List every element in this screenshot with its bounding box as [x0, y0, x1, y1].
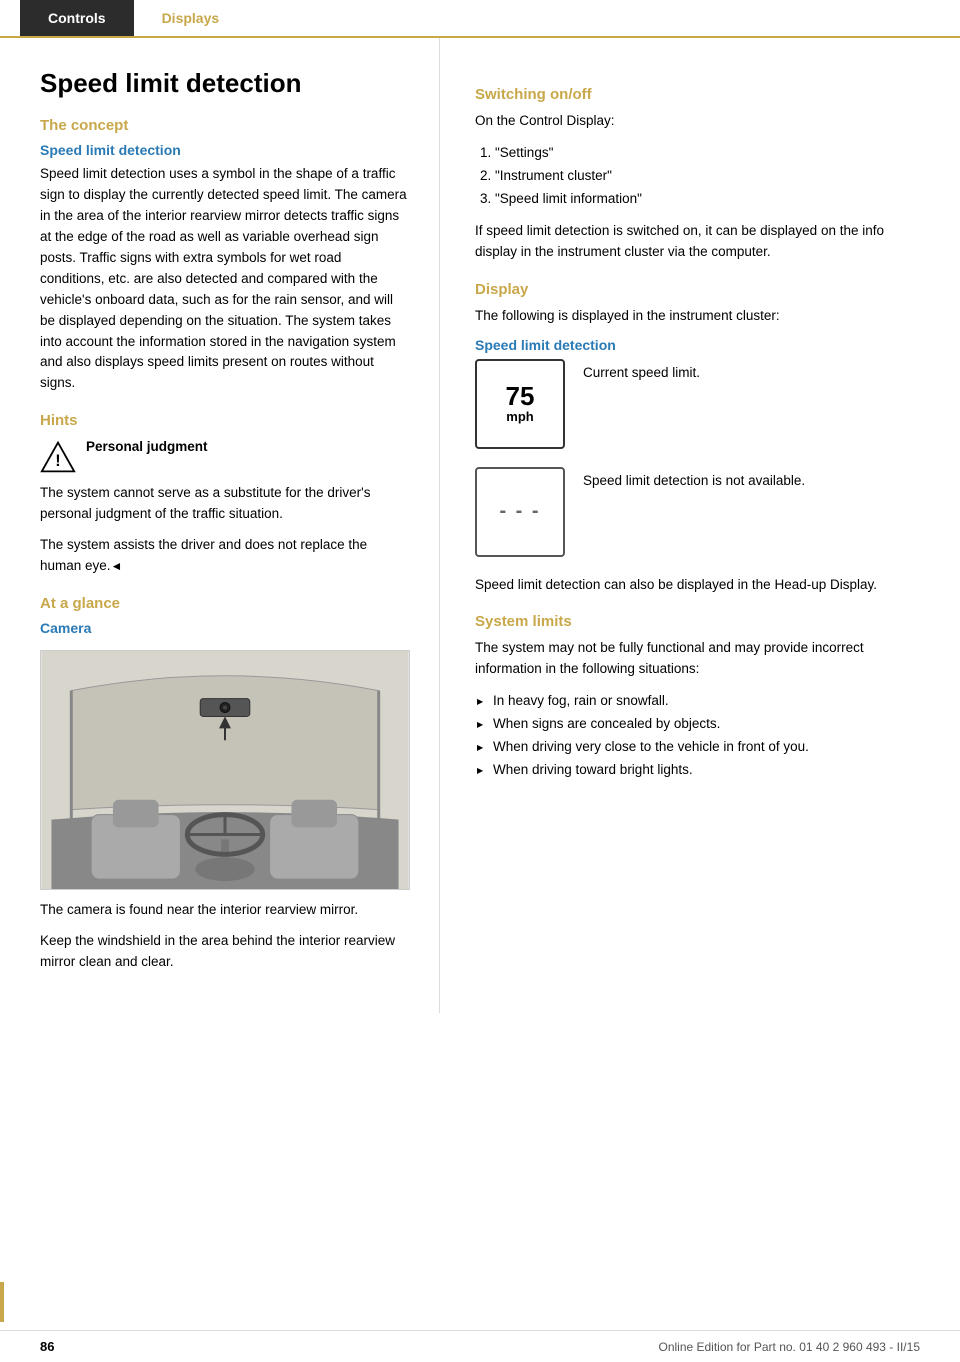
- warning-triangle-icon: !: [40, 439, 76, 475]
- car-interior-svg: [41, 651, 409, 889]
- left-column: Speed limit detection The concept Speed …: [0, 38, 440, 1013]
- hint-body1: The system cannot serve as a substitute …: [40, 483, 409, 525]
- hint-title: Personal judgment: [86, 439, 208, 454]
- sign1-description: Current speed limit.: [583, 359, 700, 384]
- hint-body2: The system assists the driver and does n…: [40, 535, 409, 577]
- sign-number: 75: [506, 383, 535, 409]
- left-accent-bar: [0, 1282, 4, 1322]
- sign-unit: mph: [506, 409, 533, 424]
- hint-box: ! Personal judgment: [40, 437, 409, 475]
- hints-heading: Hints: [40, 412, 409, 429]
- footer-info: Online Edition for Part no. 01 40 2 960 …: [658, 1340, 920, 1354]
- switching-heading: Switching on/off: [475, 86, 925, 103]
- main-content: Speed limit detection The concept Speed …: [0, 38, 960, 1013]
- head-up-text: Speed limit detection can also be displa…: [475, 575, 925, 596]
- main-title: Speed limit detection: [40, 68, 409, 99]
- switching-steps-list: "Settings" "Instrument cluster" "Speed l…: [495, 142, 925, 211]
- step-2: "Instrument cluster": [495, 165, 925, 188]
- system-limits-list: In heavy fog, rain or snowfall. When sig…: [475, 690, 925, 782]
- hint-text-container: Personal judgment: [86, 437, 208, 458]
- nav-tabs: Controls Displays: [0, 0, 960, 38]
- sign-row-2: - - - Speed limit detection is not avail…: [475, 467, 925, 557]
- step-3: "Speed limit information": [495, 188, 925, 211]
- tab-displays[interactable]: Displays: [134, 0, 248, 36]
- sign2-description: Speed limit detection is not available.: [583, 467, 805, 492]
- camera-subheading: Camera: [40, 620, 409, 636]
- windshield-text: Keep the windshield in the area behind t…: [40, 931, 409, 973]
- bullet-2: When signs are concealed by objects.: [475, 713, 925, 736]
- system-limits-intro: The system may not be fully functional a…: [475, 638, 925, 680]
- concept-heading: The concept: [40, 117, 409, 134]
- at-a-glance-heading: At a glance: [40, 595, 409, 612]
- concept-body: Speed limit detection uses a symbol in t…: [40, 164, 409, 394]
- switching-intro: On the Control Display:: [475, 111, 925, 132]
- speed-limit-subheading-right: Speed limit detection: [475, 337, 925, 353]
- tab-controls[interactable]: Controls: [20, 0, 134, 36]
- right-column: Switching on/off On the Control Display:…: [440, 38, 960, 1013]
- footer: 86 Online Edition for Part no. 01 40 2 9…: [0, 1330, 960, 1362]
- switching-body: If speed limit detection is switched on,…: [475, 221, 925, 263]
- page-number: 86: [40, 1339, 54, 1354]
- step-1: "Settings": [495, 142, 925, 165]
- bullet-3: When driving very close to the vehicle i…: [475, 736, 925, 759]
- bullet-1: In heavy fog, rain or snowfall.: [475, 690, 925, 713]
- sign-row-1: 75 mph Current speed limit.: [475, 359, 925, 449]
- display-intro: The following is displayed in the instru…: [475, 306, 925, 327]
- speed-limit-subheading-left: Speed limit detection: [40, 142, 409, 158]
- bullet-4: When driving toward bright lights.: [475, 759, 925, 782]
- svg-text:!: !: [55, 452, 60, 470]
- system-limits-heading: System limits: [475, 613, 925, 630]
- display-heading: Display: [475, 281, 925, 298]
- end-mark: ◄: [111, 559, 123, 573]
- speed-sign-75: 75 mph: [475, 359, 565, 449]
- sign-dashes: - - -: [499, 500, 540, 523]
- camera-caption: The camera is found near the interior re…: [40, 900, 409, 921]
- speed-sign-dashes: - - -: [475, 467, 565, 557]
- camera-image: [40, 650, 410, 890]
